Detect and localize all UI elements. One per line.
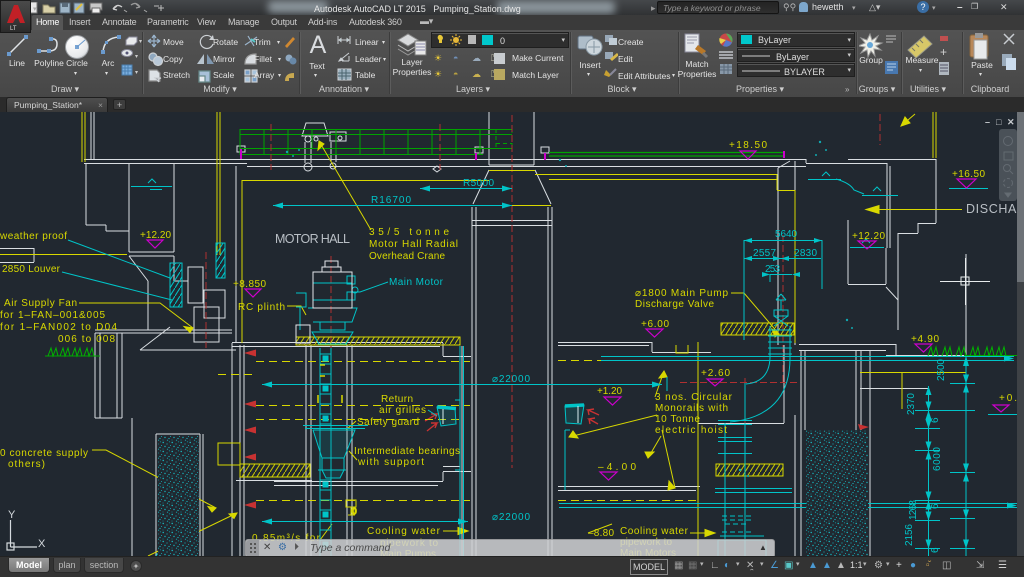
svg-text:ByLayer: ByLayer — [758, 35, 791, 45]
svg-text:+4.90: +4.90 — [911, 334, 939, 345]
svg-text:◓: ◓ — [453, 69, 458, 79]
svg-text:Y: Y — [8, 509, 16, 521]
svg-text:Cooling water: Cooling water — [367, 526, 441, 537]
svg-text:1268: 1268 — [908, 500, 919, 520]
svg-text:+2.60: +2.60 — [701, 368, 730, 379]
svg-text:with support: with support — [357, 457, 424, 468]
svg-text:6: 6 — [930, 503, 941, 509]
svg-text:0: 0 — [500, 36, 505, 46]
svg-text:Intermediate bearings: Intermediate bearings — [354, 446, 460, 457]
svg-text:☀: ☀ — [434, 69, 442, 79]
svg-text:+16.50: +16.50 — [952, 169, 985, 180]
svg-text:Monorails with: Monorails with — [655, 403, 728, 414]
svg-text:▾: ▾ — [135, 54, 138, 60]
svg-text:0: 0 — [352, 507, 357, 516]
svg-text:Motor Hall Radial: Motor Hall Radial — [369, 239, 458, 250]
svg-text:ByLayer: ByLayer — [776, 52, 809, 62]
svg-text:2156: 2156 — [904, 524, 915, 546]
svg-text:2370: 2370 — [906, 393, 917, 415]
svg-text:⌀22000: ⌀22000 — [492, 512, 530, 523]
svg-text:for 1–FAN002 to D04: for 1–FAN002 to D04 — [0, 322, 117, 333]
svg-text:R16700: R16700 — [371, 195, 411, 206]
svg-text:006 to 008: 006 to 008 — [58, 334, 115, 345]
svg-text:RC plinth: RC plinth — [238, 302, 285, 313]
svg-text:□: □ — [996, 117, 1002, 127]
svg-text:Discharge Valve: Discharge Valve — [635, 299, 714, 310]
svg-text:2557: 2557 — [753, 248, 776, 259]
svg-text:–8.80: –8.80 — [588, 528, 614, 539]
svg-text:MOTOR HALL: MOTOR HALL — [275, 232, 350, 246]
svg-text:+0.: +0. — [999, 393, 1017, 404]
svg-text:✕: ✕ — [1007, 117, 1015, 127]
svg-text:X: X — [38, 538, 46, 550]
svg-text:Air Supply Fan: Air Supply Fan — [4, 298, 77, 309]
svg-text:DISCHAR: DISCHAR — [966, 202, 1024, 216]
svg-text:weather proof: weather proof — [0, 231, 67, 242]
svg-text:for 1–FAN–001&005: for 1–FAN–001&005 — [0, 310, 105, 321]
svg-text:35/5 tonne: 35/5 tonne — [369, 227, 449, 238]
svg-text:253: 253 — [765, 264, 780, 275]
svg-text:6: 6 — [930, 417, 941, 423]
svg-text:0 concrete supply: 0 concrete supply — [0, 448, 88, 459]
svg-text:BYLAYER: BYLAYER — [784, 67, 825, 77]
svg-text:R5000: R5000 — [463, 178, 494, 189]
svg-text:☀: ☀ — [434, 53, 442, 63]
svg-text:+: + — [940, 45, 947, 59]
svg-text:6: 6 — [930, 547, 941, 553]
svg-text:◓: ◓ — [453, 53, 458, 63]
svg-text:☁: ☁ — [472, 69, 481, 79]
svg-text:+12.20: +12.20 — [140, 230, 171, 241]
svg-text:others): others) — [8, 459, 45, 470]
svg-text:⌀1800 Main Pump: ⌀1800 Main Pump — [635, 288, 728, 299]
svg-text:Cooling water: Cooling water — [620, 526, 689, 537]
svg-text:Safety guard: Safety guard — [357, 417, 419, 428]
svg-text:5640: 5640 — [775, 229, 797, 240]
svg-text:2830: 2830 — [794, 248, 817, 259]
svg-text:Main Motor: Main Motor — [389, 277, 444, 288]
svg-text:Overhead Crane: Overhead Crane — [369, 251, 445, 262]
svg-text:+6.00: +6.00 — [641, 319, 669, 330]
svg-text:+18.50: +18.50 — [729, 140, 767, 151]
svg-text:▾: ▾ — [135, 70, 138, 76]
svg-text:+1.20: +1.20 — [597, 386, 622, 397]
svg-text:2850 Louver: 2850 Louver — [2, 264, 61, 275]
svg-text:+8.850: +8.850 — [233, 279, 266, 290]
svg-text:Return: Return — [381, 394, 413, 405]
svg-text:+12.20: +12.20 — [852, 231, 885, 242]
svg-text:electric hoist: electric hoist — [655, 425, 727, 436]
svg-text:2500: 2500 — [936, 359, 947, 381]
svg-text:6000: 6000 — [932, 447, 943, 471]
svg-text:10 Tonne: 10 Tonne — [655, 414, 700, 425]
svg-text:☁: ☁ — [472, 53, 481, 63]
svg-text:air grilles: air grilles — [379, 405, 426, 416]
svg-text:▾: ▾ — [139, 39, 142, 45]
svg-text:⌀22000: ⌀22000 — [492, 374, 530, 385]
svg-text:LT: LT — [10, 26, 17, 32]
svg-text:–: – — [985, 117, 990, 127]
svg-text:3 nos. Circular: 3 nos. Circular — [655, 392, 733, 403]
